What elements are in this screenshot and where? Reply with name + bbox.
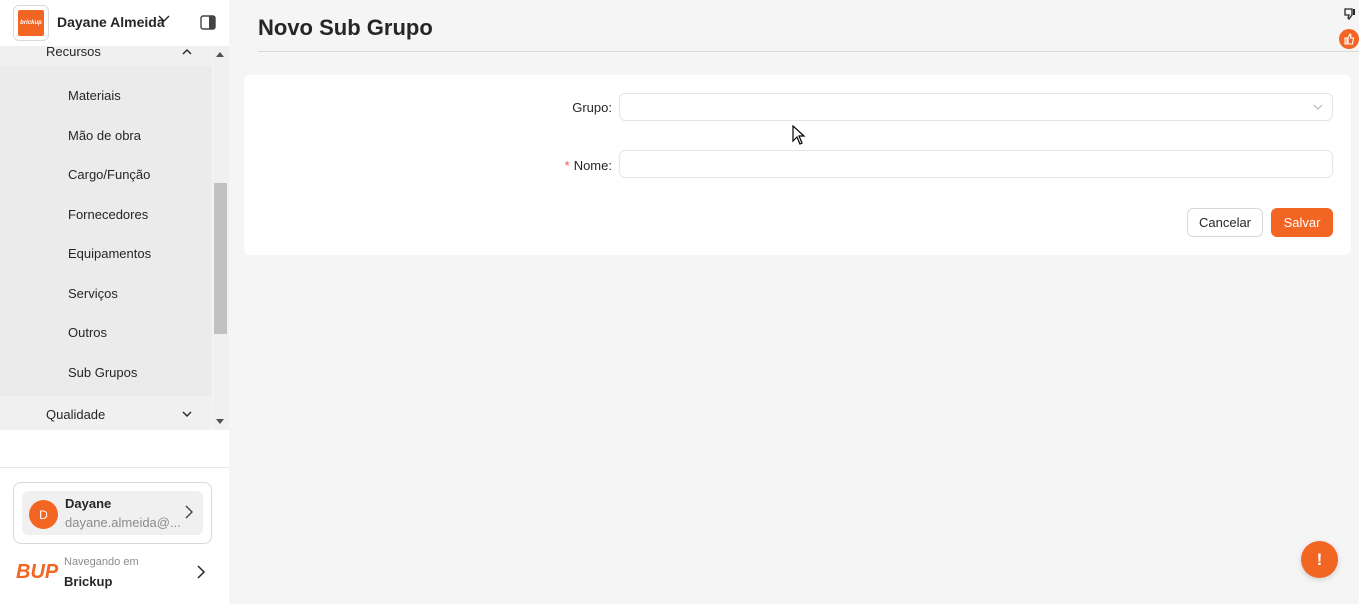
current-user-name[interactable]: Dayane Almeida bbox=[57, 14, 165, 30]
nome-label-text: Nome bbox=[573, 158, 609, 173]
sidebar-footer: D Dayane dayane.almeida@... BUP Navegand… bbox=[0, 430, 229, 604]
cancel-button[interactable]: Cancelar bbox=[1187, 208, 1263, 237]
grupo-label-text: Grupo bbox=[572, 100, 609, 115]
nome-input[interactable] bbox=[619, 150, 1333, 178]
panel-toggle-icon[interactable] bbox=[200, 15, 216, 30]
chevron-down-icon bbox=[182, 411, 192, 417]
submenu-item-materiais[interactable]: Materiais bbox=[68, 88, 121, 103]
user-card[interactable]: D Dayane dayane.almeida@... bbox=[13, 482, 212, 544]
menu-item-qualidade[interactable]: Qualidade bbox=[0, 396, 212, 430]
nome-label: * Nome: bbox=[564, 158, 612, 173]
help-fab-button[interactable]: ! bbox=[1301, 541, 1338, 578]
page-title: Novo Sub Grupo bbox=[258, 15, 433, 40]
submenu-item-mao-de-obra[interactable]: Mão de obra bbox=[68, 128, 141, 143]
scroll-thumb[interactable] bbox=[214, 183, 227, 334]
submenu-item-servicos[interactable]: Serviços bbox=[68, 286, 118, 301]
thumbs-down-icon[interactable] bbox=[1343, 7, 1357, 21]
company-logo[interactable]: brickup bbox=[13, 5, 49, 41]
sidebar-header: brickup Dayane Almeida bbox=[0, 0, 229, 46]
sub-grupo-form: Grupo: * Nome: Cancelar Salvar bbox=[244, 75, 1351, 255]
main-content: Novo Sub Grupo Grupo: * Nome: Cancelar Sa… bbox=[229, 0, 1359, 604]
navigating-label: Navegando em bbox=[64, 556, 139, 568]
user-card-name: Dayane bbox=[65, 496, 112, 511]
submenu-item-outros[interactable]: Outros bbox=[68, 325, 107, 340]
sidebar-menu: Recursos Materiais Mão de obra Cargo/Fun… bbox=[0, 46, 212, 430]
sidebar: brickup Dayane Almeida Recursos Materiai… bbox=[0, 0, 229, 604]
save-button[interactable]: Salvar bbox=[1271, 208, 1333, 237]
grupo-label: Grupo: bbox=[572, 100, 612, 115]
submenu-item-fornecedores[interactable]: Fornecedores bbox=[68, 207, 148, 222]
scroll-up-arrow-icon[interactable] bbox=[216, 52, 224, 57]
divider bbox=[0, 467, 229, 468]
company-logo-mark: brickup bbox=[18, 10, 44, 36]
submenu-item-cargo-funcao[interactable]: Cargo/Função bbox=[68, 167, 150, 182]
recursos-submenu: Materiais Mão de obra Cargo/Função Forne… bbox=[0, 66, 212, 430]
submenu-item-equipamentos[interactable]: Equipamentos bbox=[68, 246, 151, 261]
chevron-right-icon bbox=[185, 505, 193, 519]
current-company[interactable]: Brickup bbox=[64, 574, 112, 589]
thumbs-up-icon[interactable] bbox=[1339, 29, 1359, 49]
submenu-item-sub-grupos[interactable]: Sub Grupos bbox=[68, 365, 137, 380]
user-card-content[interactable]: D Dayane dayane.almeida@... bbox=[22, 491, 203, 535]
required-mark: * bbox=[564, 158, 570, 173]
avatar: D bbox=[29, 500, 58, 529]
divider bbox=[258, 51, 1359, 52]
grupo-select[interactable] bbox=[619, 93, 1333, 121]
menu-item-label: Qualidade bbox=[46, 407, 106, 422]
menu-item-label: Recursos bbox=[46, 46, 101, 59]
mouse-cursor-icon bbox=[792, 125, 806, 145]
user-card-email: dayane.almeida@... bbox=[65, 515, 181, 530]
sidebar-scrollbar[interactable] bbox=[213, 46, 229, 430]
chevron-right-icon[interactable] bbox=[196, 564, 206, 580]
brand-logo: BUP bbox=[16, 561, 59, 583]
chevron-down-icon[interactable] bbox=[157, 12, 171, 26]
scroll-down-arrow-icon[interactable] bbox=[216, 419, 224, 424]
chevron-down-icon bbox=[1313, 104, 1323, 110]
chevron-up-icon bbox=[182, 49, 192, 55]
